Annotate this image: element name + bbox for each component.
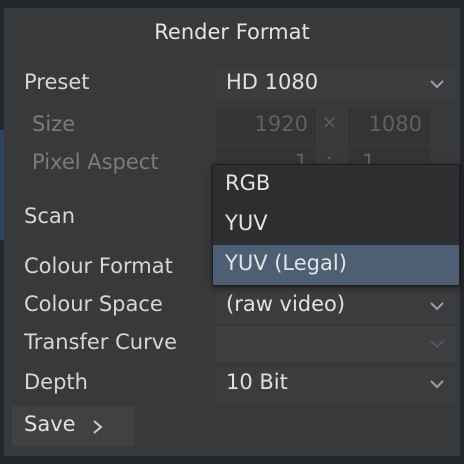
depth-select[interactable]: 10 Bit	[216, 366, 456, 402]
size-height-value: 1080	[368, 112, 422, 136]
option-label: YUV (Legal)	[225, 251, 347, 275]
save-label: Save	[24, 412, 76, 436]
dropdown-option-yuv[interactable]: YUV	[213, 205, 459, 245]
size-width-field[interactable]: 1920	[216, 108, 316, 144]
colour-space-value: (raw video)	[226, 292, 346, 316]
chevron-down-icon	[430, 340, 444, 349]
save-button[interactable]: Save	[12, 406, 134, 446]
chevron-down-icon	[430, 302, 444, 311]
dropdown-option-rgb[interactable]: RGB	[213, 165, 459, 205]
colour-space-label: Colour Space	[24, 292, 163, 316]
option-label: YUV	[225, 211, 268, 235]
option-label: RGB	[225, 171, 271, 195]
size-width-value: 1920	[254, 112, 308, 136]
chevron-down-icon	[430, 380, 444, 389]
preset-label: Preset	[24, 70, 90, 94]
colour-space-select[interactable]: (raw video)	[216, 288, 456, 324]
size-separator: ×	[322, 112, 338, 133]
scan-label: Scan	[24, 204, 76, 228]
colour-format-dropdown: RGB YUV YUV (Legal)	[212, 164, 460, 286]
transfer-curve-select[interactable]	[216, 326, 456, 362]
preset-value: HD 1080	[226, 70, 319, 94]
chevron-right-icon	[93, 420, 103, 434]
chevron-down-icon	[430, 80, 444, 89]
dropdown-option-yuv-legal[interactable]: YUV (Legal)	[213, 245, 459, 285]
preset-select[interactable]: HD 1080	[216, 66, 456, 102]
depth-label: Depth	[24, 370, 88, 394]
colour-format-label: Colour Format	[24, 254, 173, 278]
depth-value: 10 Bit	[226, 370, 288, 394]
pixel-aspect-label: Pixel Aspect	[32, 150, 159, 174]
panel-title: Render Format	[154, 20, 310, 44]
size-height-field[interactable]: 1080	[348, 108, 430, 144]
size-label: Size	[32, 112, 76, 136]
transfer-curve-label: Transfer Curve	[24, 330, 178, 354]
